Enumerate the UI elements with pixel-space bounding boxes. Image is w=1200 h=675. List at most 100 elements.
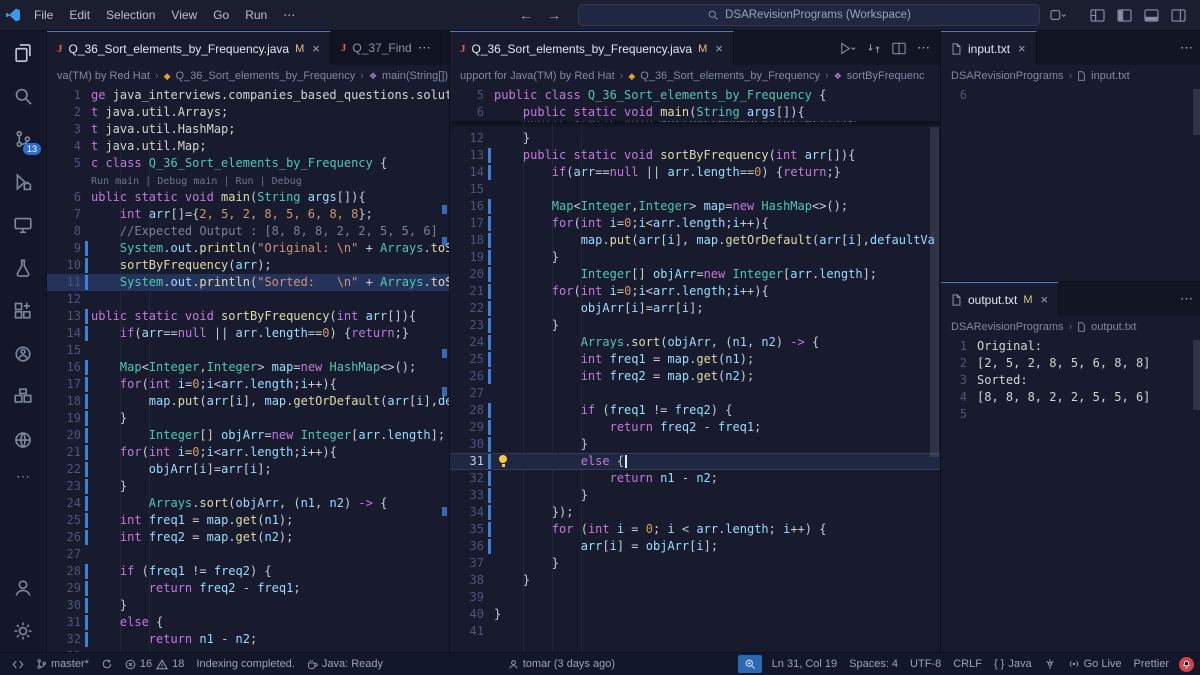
code-line[interactable]: 27 — [47, 546, 449, 563]
line-number[interactable]: 22 — [47, 461, 81, 478]
code-line[interactable]: 4 [8, 8, 8, 2, 2, 5, 5, 6] — [941, 389, 1200, 406]
source-control-icon[interactable]: 13 — [0, 117, 46, 160]
code-line[interactable]: 5 c class Q_36_Sort_elements_by_Frequency… — [47, 155, 449, 172]
line-number[interactable]: 20 — [450, 266, 484, 283]
editor-actions-more-icon[interactable]: ⋯ — [1180, 40, 1193, 56]
code-line[interactable]: 10 sortByFrequency(arr); — [47, 257, 449, 274]
code-line[interactable]: 2 [2, 5, 2, 8, 5, 6, 8, 8] — [941, 355, 1200, 372]
breadcrumb-item[interactable]: main(String[]) — [382, 70, 448, 82]
line-number[interactable]: 5 — [47, 155, 81, 172]
line-number[interactable]: 29 — [450, 419, 484, 436]
line-number[interactable]: 40 — [450, 606, 484, 623]
live-share-icon[interactable] — [0, 332, 46, 375]
line-number[interactable]: 10 — [47, 257, 81, 274]
tab-overflow-icon[interactable]: ⋯ — [418, 40, 431, 56]
code-line[interactable]: 11 System.out.println("Sorted: \n" + Arr… — [47, 274, 449, 291]
line-number[interactable]: 12 — [450, 130, 484, 147]
line-number[interactable]: 31 — [450, 453, 484, 470]
vertical-scrollbar[interactable] — [1193, 89, 1200, 135]
line-number[interactable]: 16 — [450, 198, 484, 215]
customize-layout-icon[interactable] — [1090, 8, 1105, 22]
line-number[interactable]: 30 — [47, 597, 81, 614]
vertical-scrollbar[interactable] — [1193, 340, 1200, 410]
line-number[interactable]: 4 — [47, 138, 81, 155]
code-line[interactable]: 6 ublic static void main(String args[]){ — [47, 189, 449, 206]
extensions-icon[interactable] — [0, 289, 46, 332]
code-line[interactable]: 17 for(int i=0;i<arr.length;i++){ — [47, 376, 449, 393]
line-number[interactable]: 22 — [450, 300, 484, 317]
line-number[interactable]: 3 — [47, 121, 81, 138]
tab-q36-left[interactable]: J Q_36_Sort_elements_by_Frequency.java M… — [47, 31, 331, 65]
code-line[interactable]: 15 — [450, 181, 940, 198]
code-line[interactable]: 7 int arr[]={2, 5, 2, 8, 5, 6, 8, 8}; — [47, 206, 449, 223]
code-line[interactable]: 1 Original: — [941, 338, 1200, 355]
breadcrumb-item[interactable]: sortByFrequenc — [847, 70, 925, 82]
code-line[interactable]: 40} — [450, 606, 940, 623]
code-line[interactable]: 5 public class Q_36_Sort_elements_by_Freq… — [450, 87, 940, 104]
encoding-item[interactable]: UTF-8 — [904, 653, 947, 675]
line-number[interactable]: 34 — [450, 504, 484, 521]
editor-actions-more-icon[interactable]: ⋯ — [917, 40, 930, 56]
line-number[interactable]: 24 — [450, 334, 484, 351]
code-line[interactable]: 12 — [47, 291, 449, 308]
account-icon[interactable] — [0, 566, 46, 609]
breadcrumb-item[interactable]: va(TM) by Red Hat — [57, 70, 150, 82]
line-number[interactable]: 9 — [47, 240, 81, 257]
line-number[interactable]: 3 — [941, 372, 967, 389]
line-number[interactable]: 18 — [47, 393, 81, 410]
tab-close-icon[interactable]: × — [715, 41, 723, 56]
line-number[interactable]: 26 — [450, 368, 484, 385]
line-number[interactable]: 35 — [450, 521, 484, 538]
lightbulb-icon[interactable] — [497, 455, 509, 468]
line-number[interactable] — [450, 121, 484, 122]
code-line[interactable]: 14 if(arr==null || arr.length==0) {retur… — [450, 164, 940, 181]
line-number[interactable]: 26 — [47, 529, 81, 546]
code-line[interactable]: 5 — [941, 406, 1200, 423]
problems-item[interactable]: 16 18 — [119, 653, 191, 675]
code-line[interactable]: 22 objArr[i]=arr[i]; — [450, 300, 940, 317]
nav-forward-icon[interactable]: → — [540, 7, 568, 23]
line-number[interactable]: 4 — [941, 389, 967, 406]
line-number[interactable]: 36 — [450, 538, 484, 555]
line-number[interactable]: 21 — [450, 283, 484, 300]
code-editor-left[interactable]: 1 ge java_interviews.companies_based_ques… — [47, 87, 449, 652]
line-number[interactable]: 21 — [47, 444, 81, 461]
ports-icon[interactable] — [1038, 653, 1062, 675]
run-java-button[interactable] — [840, 42, 856, 55]
code-line[interactable]: 23 } — [450, 317, 940, 334]
line-number[interactable]: 23 — [47, 478, 81, 495]
code-line[interactable]: 29 return freq2 - freq1; — [450, 419, 940, 436]
line-number[interactable]: 25 — [47, 512, 81, 529]
breadcrumb-item[interactable]: output.txt — [1091, 321, 1136, 333]
line-number[interactable]: 17 — [450, 215, 484, 232]
code-line[interactable]: 25 int freq1 = map.get(n1); — [450, 351, 940, 368]
line-number[interactable]: 33 — [450, 487, 484, 504]
code-line[interactable]: 23 } — [47, 478, 449, 495]
line-number[interactable] — [47, 172, 81, 189]
split-editor-icon[interactable] — [892, 42, 906, 55]
code-line[interactable]: 19 } — [450, 249, 940, 266]
go-live-item[interactable]: Go Live — [1062, 653, 1128, 675]
line-number[interactable]: 32 — [47, 631, 81, 648]
code-line[interactable]: 18 map.put(arr[i], map.getOrDefault(arr[… — [47, 393, 449, 410]
code-line[interactable]: 2 t java.util.Arrays; — [47, 104, 449, 121]
prettier-item[interactable]: Prettier — [1128, 653, 1175, 675]
language-mode-item[interactable]: { } Java — [988, 653, 1038, 675]
code-line[interactable]: 19 } — [47, 410, 449, 427]
code-line[interactable]: 21 for(int i=0;i<arr.length;i++){ — [450, 283, 940, 300]
breadcrumb-item[interactable]: Q_36_Sort_elements_by_Frequency — [176, 70, 356, 82]
code-line[interactable]: 26 int freq2 = map.get(n2); — [450, 368, 940, 385]
code-line[interactable]: 6 public static void main(String args[])… — [450, 104, 940, 121]
line-number[interactable]: 30 — [450, 436, 484, 453]
tab-input-txt[interactable]: input.txt × — [941, 31, 1037, 65]
code-line[interactable]: 25 int freq1 = map.get(n1); — [47, 512, 449, 529]
code-line[interactable]: 24 Arrays.sort(objArr, (n1, n2) -> { — [47, 495, 449, 512]
line-number[interactable]: 24 — [47, 495, 81, 512]
line-number[interactable]: 39 — [450, 589, 484, 606]
tab-close-icon[interactable]: × — [1018, 41, 1026, 56]
editor-actions-more-icon[interactable]: ⋯ — [1180, 291, 1193, 307]
line-number[interactable]: 15 — [47, 342, 81, 359]
line-number[interactable]: 18 — [450, 232, 484, 249]
code-line[interactable]: 26 int freq2 = map.get(n2); — [47, 529, 449, 546]
nav-back-icon[interactable]: ← — [512, 7, 540, 23]
